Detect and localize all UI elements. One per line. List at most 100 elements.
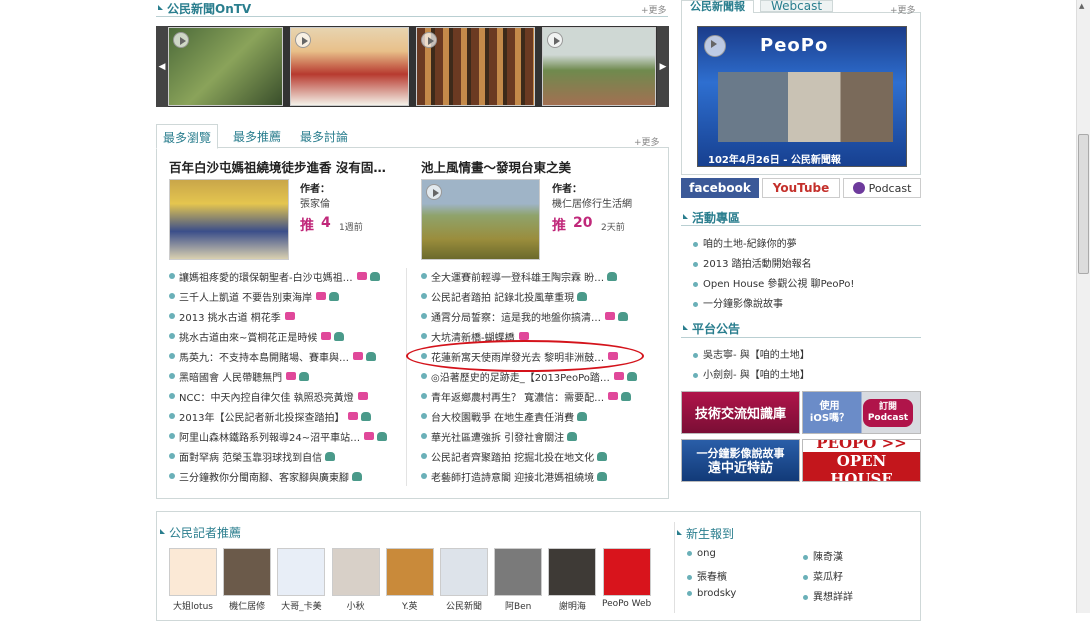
webcast-tab-active[interactable]: 公民新聞報 [681, 0, 754, 13]
reporter-name[interactable]: 機仁居修 [219, 599, 275, 612]
scroll-up-arrow[interactable]: ▲ [1079, 2, 1084, 10]
tabs-more-link[interactable]: +更多 [634, 135, 660, 148]
activity-list-item[interactable]: 一分鐘影像說故事 [693, 295, 783, 310]
list-item-text[interactable]: 公民記者齊聚踏拍 挖掘北投在地文化 [431, 449, 594, 464]
webcast-more-link[interactable]: +更多 [890, 3, 916, 16]
reporter-avatar[interactable] [602, 548, 651, 596]
newcomers-item[interactable]: 張春檳 [687, 568, 727, 583]
link-text[interactable]: ong [697, 548, 716, 559]
ontv-more-link[interactable]: +更多 [641, 3, 667, 16]
left-news-item[interactable]: NCC：中天內控自律欠佳 執照恐亮黃燈 [169, 388, 368, 404]
list-item-text[interactable]: 2013年【公民記者新北投探查踏拍】 [179, 409, 344, 424]
newcomer-item[interactable]: 異想詳詳 [803, 588, 853, 603]
link-text[interactable]: 2013 踏拍活動開始報名 [703, 259, 812, 270]
left-news-item[interactable]: 2013 挑水古道 桐花季 [169, 308, 295, 324]
reporter-avatar[interactable] [331, 548, 380, 596]
list-item-text[interactable]: 讓媽祖疼愛的環保朝聖者-白沙屯媽祖… [179, 269, 353, 284]
list-item-text[interactable]: 青年返鄉農村再生？ 寬濃信：需要配… [431, 389, 604, 404]
left-news-item[interactable]: 三千人上凱道 不要告別東海岸 [169, 288, 340, 304]
webcast-video[interactable]: PeoPo 102年4月26日 - 公民新聞報 [697, 26, 907, 167]
link-text[interactable]: 陳奇漢 [813, 552, 843, 563]
reporter-avatar[interactable] [548, 548, 597, 596]
activity-list-item[interactable]: Open House 參觀公視 聊PeoPo! [693, 275, 854, 290]
tab-most-viewed[interactable]: 最多瀏覽 [156, 124, 219, 149]
newcomer-item[interactable]: 菜瓜籽 [803, 568, 843, 583]
left-news-item[interactable]: 馬英九：不支持本島開賭場、賽車與… [169, 348, 376, 364]
right-news-item[interactable]: 華光社區遭強拆 引發社會關注 [421, 428, 578, 444]
list-item-text[interactable]: 2013 挑水古道 桐花季 [179, 309, 281, 324]
list-item-text[interactable]: NCC：中天內控自律欠佳 執照恐亮黃燈 [179, 389, 354, 404]
reporter-avatar[interactable] [169, 548, 217, 596]
right-news-item[interactable]: 老藝師打造詩意閣 迎接北港媽祖繞境 [421, 468, 608, 484]
reporter-name[interactable]: 謝明海 [544, 599, 600, 612]
scroll-thumb[interactable] [1078, 134, 1089, 274]
left-news-item[interactable]: 阿里山森林鐵路系列報導24~沼平車站… [169, 428, 388, 444]
left-news-item[interactable]: 2013年【公民記者新北投探查踏拍】 [169, 408, 372, 424]
link-text[interactable]: 小劍劍- 與【咱的土地】 [703, 370, 810, 381]
page-scrollbar[interactable]: ▲ [1076, 0, 1090, 613]
list-item-text[interactable]: 通霄分局誓察：這是我的地盤你搞清… [431, 309, 601, 324]
reporter-name[interactable]: 小秋 [328, 599, 384, 612]
video-thumb-3[interactable] [416, 27, 535, 106]
left-news-item[interactable]: 讓媽祖疼愛的環保朝聖者-白沙屯媽祖… [169, 268, 380, 284]
reporter-name[interactable]: Y.英 [382, 599, 438, 612]
reporter-avatar[interactable] [223, 548, 272, 596]
link-text[interactable]: 一分鐘影像說故事 [703, 299, 783, 310]
link-text[interactable]: 吳志寧- 與【咱的土地】 [703, 350, 810, 361]
banner-open-house[interactable]: PEOPO >> OPEN HOUSE [802, 439, 921, 482]
banner-ios-podcast[interactable]: 使用 iOS嗎？ 訂閱 Podcast [802, 391, 921, 434]
banner-tech-knowledge[interactable]: 技術交流知識庫 [681, 391, 800, 434]
list-item-text[interactable]: 面對罕病 范榮玉靠羽球找到自信 [179, 449, 322, 464]
reporter-name[interactable]: 公民新聞 [436, 599, 492, 612]
link-text[interactable]: 張春檳 [697, 572, 727, 583]
left-news-item[interactable]: 黑暗國會 人民帶聽無門 [169, 368, 310, 384]
podcast-button[interactable]: Podcast [843, 178, 921, 198]
newcomers-item[interactable]: brodsky [687, 588, 736, 599]
reporter-name[interactable]: 大哥_卡美 [273, 599, 329, 612]
newcomers-item[interactable]: ong [687, 548, 716, 559]
feature2-title[interactable]: 池上風情畫～發現台東之美 [421, 157, 661, 176]
link-text[interactable]: 咱的土地-紀錄你的夢 [703, 239, 797, 250]
list-item-text[interactable]: 三千人上凱道 不要告別東海岸 [179, 289, 312, 304]
carousel-next-arrow[interactable]: ▶ [657, 26, 669, 107]
video-thumb-1[interactable] [168, 27, 283, 106]
left-news-item[interactable]: 面對罕病 范榮玉靠羽球找到自信 [169, 448, 336, 464]
list-item-text[interactable]: 馬英九：不支持本島開賭場、賽車與… [179, 349, 349, 364]
reporter-name[interactable]: 大姐lotus [165, 599, 221, 612]
list-item-text[interactable]: 三分鐘教你分閩南腳、客家腳與廣東腳 [179, 469, 349, 484]
list-item-text[interactable]: 華光社區遭強拆 引發社會關注 [431, 429, 564, 444]
feature2-image[interactable] [421, 179, 540, 260]
list-item-text[interactable]: 老藝師打造詩意閣 迎接北港媽祖繞境 [431, 469, 594, 484]
reporter-avatar[interactable] [440, 548, 488, 596]
link-text[interactable]: brodsky [697, 588, 736, 599]
banner-one-minute[interactable]: 一分鐘影像說故事 遠中近特訪 [681, 439, 800, 482]
list-item-text[interactable]: 公民記者踏拍 記錄北投風華重現 [431, 289, 574, 304]
tab-most-discussed[interactable]: 最多討論 [300, 128, 348, 145]
list-item-text[interactable]: 台大校園戰爭 在地生產責任消費 [431, 409, 574, 424]
activity-list-item[interactable]: 2013 踏拍活動開始報名 [693, 255, 812, 270]
feature1-author[interactable]: 張家倫 [300, 195, 330, 210]
link-text[interactable]: Open House 參觀公視 聊PeoPo! [703, 279, 854, 290]
link-text[interactable]: 異想詳詳 [813, 592, 853, 603]
webcast-tab-webcast[interactable]: Webcast [760, 0, 834, 12]
activity-list-item[interactable]: 咱的土地-紀錄你的夢 [693, 235, 797, 250]
right-news-item[interactable]: 公民記者齊聚踏拍 挖掘北投在地文化 [421, 448, 608, 464]
reporter-name[interactable]: 阿Ben [490, 599, 546, 612]
left-news-item[interactable]: 挑水古道由來~賞桐花正是時候 [169, 328, 345, 344]
reporter-avatar[interactable] [385, 548, 434, 596]
right-news-item[interactable]: 台大校園戰爭 在地生產責任消費 [421, 408, 588, 424]
carousel-prev-arrow[interactable]: ◀ [156, 26, 168, 107]
tab-most-recommended[interactable]: 最多推薦 [233, 128, 281, 145]
feature1-title[interactable]: 百年白沙屯媽祖繞境徒步進香 沒有固… [169, 157, 399, 176]
feature1-image[interactable] [169, 179, 289, 260]
right-news-item[interactable]: 青年返鄉農村再生？ 寬濃信：需要配… [421, 388, 632, 404]
video-thumb-4[interactable] [542, 27, 656, 106]
facebook-button[interactable]: facebook [681, 178, 759, 198]
announce-list-item[interactable]: 小劍劍- 與【咱的土地】 [693, 366, 810, 381]
list-item-text[interactable]: 黑暗國會 人民帶聽無門 [179, 369, 282, 384]
right-news-item[interactable]: 公民記者踏拍 記錄北投風華重現 [421, 288, 588, 304]
ontv-title[interactable]: 公民新聞OnTV [157, 0, 251, 17]
announce-list-item[interactable]: 吳志寧- 與【咱的土地】 [693, 346, 810, 361]
link-text[interactable]: 菜瓜籽 [813, 572, 843, 583]
youtube-button[interactable]: YouTube [762, 178, 840, 198]
